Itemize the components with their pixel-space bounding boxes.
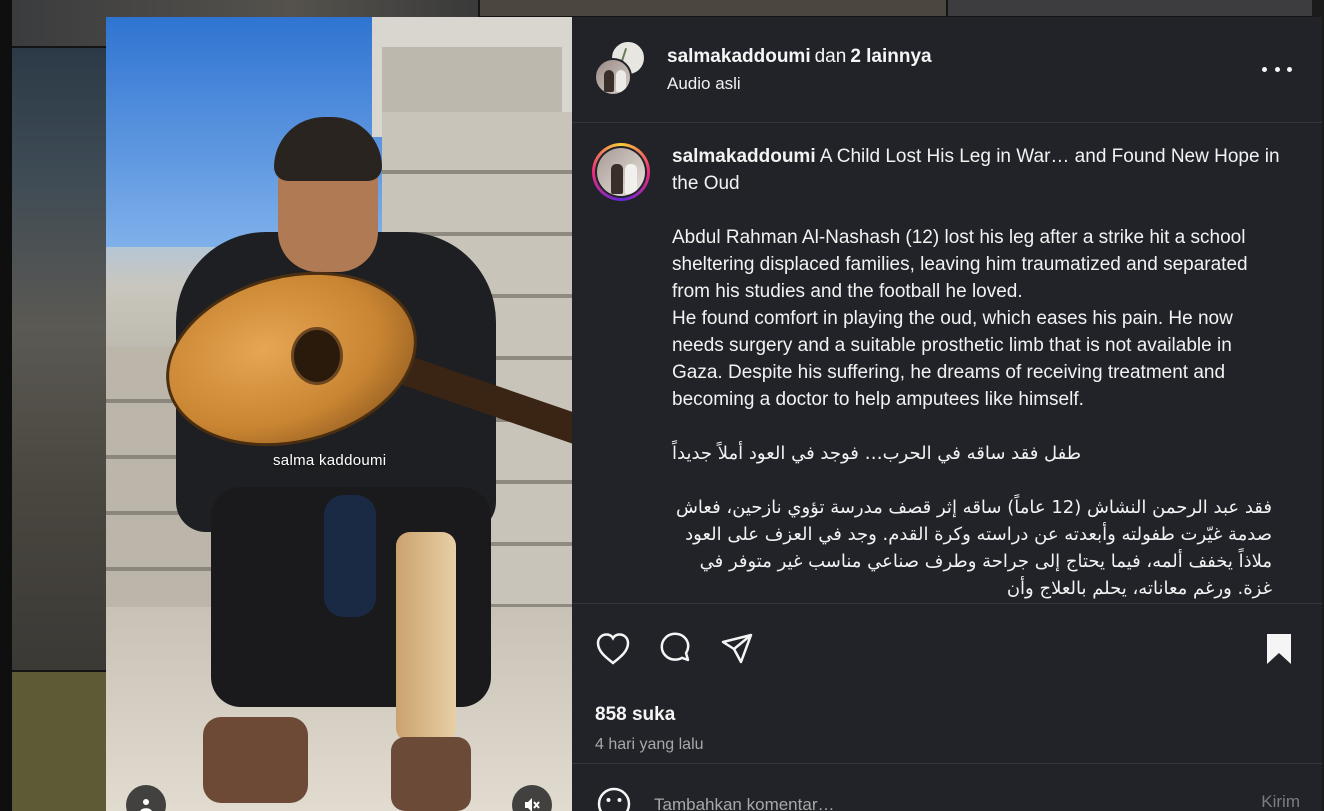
feed-tile[interactable]: [948, 0, 1312, 16]
audio-link[interactable]: Audio asli: [667, 74, 932, 94]
author-connector: dan: [814, 45, 847, 67]
collaborators-link[interactable]: 2 lainnya: [850, 46, 931, 67]
caption-paragraph: Abdul Rahman Al-Nashash (12) lost his le…: [672, 227, 1248, 302]
post-timestamp[interactable]: 4 hari yang lalu: [595, 736, 704, 754]
caption-arabic-title: طفل فقد ساقه في الحرب… فوجد في العود أمل…: [672, 443, 1082, 464]
send-comment-button[interactable]: Kirim: [1261, 792, 1300, 811]
heart-icon: [596, 633, 630, 665]
author-username[interactable]: salmakaddoumi: [667, 46, 811, 67]
caption-arabic-body: فقد عبد الرحمن النشاش (12 عاماً) ساقه إث…: [675, 497, 1272, 599]
share-button[interactable]: [716, 628, 758, 670]
post-modal: salma kaddoumi salmakaddoumi dan 2 lainn…: [106, 17, 1322, 811]
speaker-muted-icon: [525, 798, 540, 811]
bookmark-icon: [1267, 634, 1291, 664]
video-frame-oud-soundhole: [291, 327, 343, 385]
window-edge: [0, 0, 12, 811]
feed-tile[interactable]: [12, 48, 106, 670]
caption-avatar[interactable]: [592, 143, 650, 201]
collab-avatars[interactable]: [594, 39, 654, 100]
feed-tile[interactable]: [480, 0, 946, 16]
feed-tile[interactable]: [12, 672, 106, 811]
avatar: [597, 148, 645, 196]
more-options-button[interactable]: [1262, 59, 1292, 79]
video-frame-sandal: [203, 717, 308, 803]
avatar[interactable]: [594, 57, 632, 96]
post-actions: 858 suka 4 hari yang lalu: [572, 603, 1322, 763]
comment-bar: Kirim: [572, 763, 1322, 811]
video-frame-sandal: [391, 737, 471, 811]
caption-username[interactable]: salmakaddoumi: [672, 146, 816, 167]
post-author-info: salmakaddoumi dan 2 lainnya Audio asli: [667, 46, 932, 94]
like-count[interactable]: 858 suka: [595, 704, 675, 726]
caption-text: salmakaddoumi A Child Lost His Leg in Wa…: [672, 143, 1282, 603]
save-button[interactable]: [1258, 628, 1300, 670]
comment-input[interactable]: [654, 792, 1214, 811]
post-details-panel: salmakaddoumi dan 2 lainnya Audio asli s…: [572, 17, 1322, 811]
share-icon: [721, 633, 753, 664]
video-watermark: salma kaddoumi: [273, 452, 387, 469]
more-horizontal-icon: [1262, 66, 1267, 72]
comment-icon: [660, 632, 690, 662]
comment-button[interactable]: [654, 628, 696, 670]
person-tag-icon: [140, 799, 152, 811]
post-header: salmakaddoumi dan 2 lainnya Audio asli: [572, 17, 1322, 123]
emoji-icon[interactable]: [596, 786, 632, 811]
post-video[interactable]: salma kaddoumi: [106, 17, 572, 811]
like-button[interactable]: [592, 628, 634, 670]
caption-paragraph: He found comfort in playing the oud, whi…: [672, 308, 1233, 410]
caption-section: salmakaddoumi A Child Lost His Leg in Wa…: [572, 123, 1322, 603]
video-frame-leg-sleeve: [324, 495, 376, 617]
video-frame-prosthetic: [396, 532, 456, 742]
